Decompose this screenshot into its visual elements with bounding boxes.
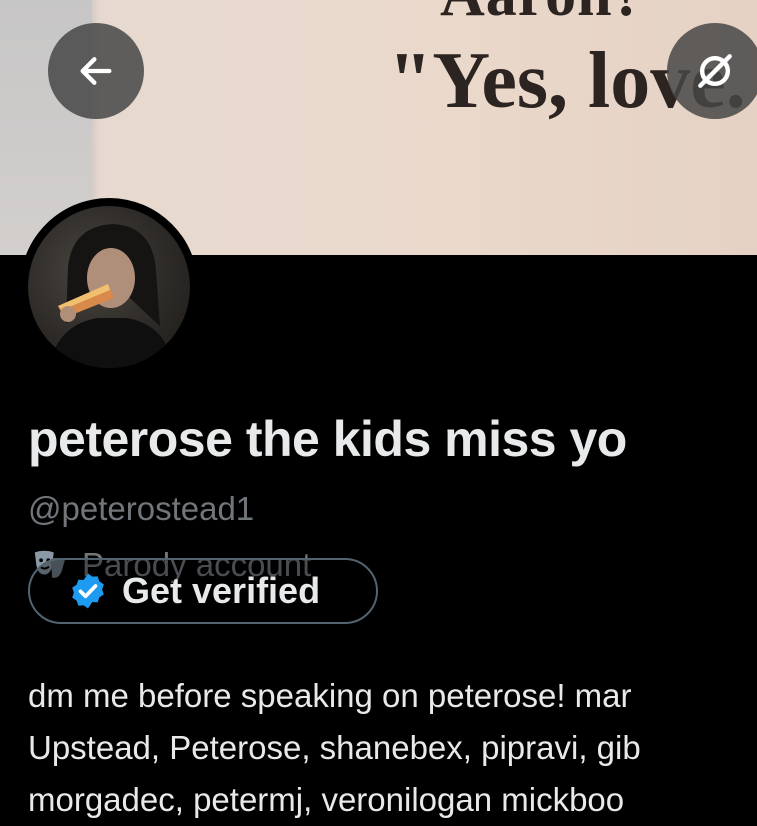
avatar-photo [48, 224, 174, 368]
bio-line: morgadec, petermj, veronilogan mickboo [28, 781, 625, 818]
profile-bio: dm me before speaking on peterose! mar U… [28, 670, 757, 826]
more-button[interactable] [667, 23, 757, 119]
banner-text-line1: Aaron? [440, 0, 645, 31]
bio-line: dm me before speaking on peterose! mar [28, 677, 632, 714]
avatar[interactable] [28, 206, 190, 368]
arrow-left-icon [80, 57, 112, 85]
get-verified-button[interactable]: Get verified [28, 558, 378, 624]
bio-line: Upstead, Peterose, shanebex, pipravi, gi… [28, 729, 641, 766]
verified-badge-icon [72, 573, 104, 609]
more-icon [698, 54, 732, 88]
profile-handle: @peterostead1 [28, 490, 255, 527]
get-verified-label: Get verified [122, 570, 321, 611]
profile-display-name: peterose the kids miss yo [28, 411, 627, 467]
back-button[interactable] [48, 23, 144, 119]
